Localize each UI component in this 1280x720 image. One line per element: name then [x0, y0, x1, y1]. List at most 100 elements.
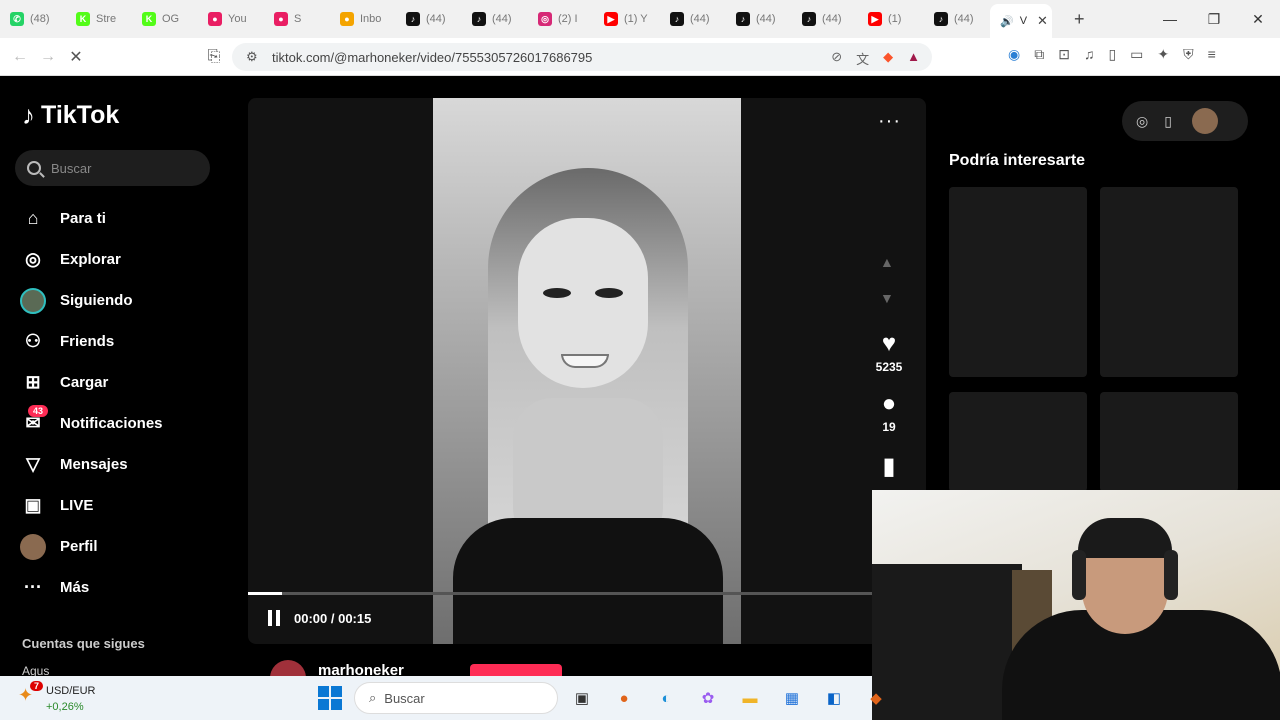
bookmark-icon: ▮ [882, 453, 896, 480]
suggestions-title: Podría interesarte [949, 152, 1086, 169]
suggestion-card[interactable] [949, 392, 1087, 492]
brave-rewards-icon[interactable]: ▲ [907, 49, 920, 68]
url-field[interactable]: ⚙ tiktok.com/@marhoneker/video/755530572… [232, 43, 932, 71]
file-explorer-icon[interactable]: ▬ [736, 684, 764, 712]
wallet-icon[interactable]: ◉ [1008, 46, 1020, 63]
browser-tab[interactable]: ✆ (48) [0, 4, 66, 34]
suggestion-card[interactable] [1100, 187, 1238, 377]
coins-icon[interactable]: ◎ [1136, 113, 1148, 130]
sidebar-item-siguiendo[interactable]: Siguiendo [20, 280, 163, 321]
screenshot-icon[interactable]: ⊡ [1058, 46, 1070, 63]
tab-label: You [228, 13, 247, 25]
sidebar-item-mensajes[interactable]: ▽ Mensajes [20, 444, 163, 485]
sidebar-icon[interactable]: ▯ [1108, 46, 1116, 63]
media-icon[interactable]: ♫ [1084, 46, 1095, 63]
sidebar-item-label: Friends [60, 333, 115, 350]
video-progress-bar[interactable] [248, 592, 926, 595]
friends-icon: ⚇ [24, 331, 42, 351]
close-window-button[interactable]: ✕ [1236, 0, 1280, 38]
task-view-icon[interactable]: ▣ [568, 684, 596, 712]
sidebar-item-explorar[interactable]: ◎ Explorar [20, 239, 163, 280]
author-name[interactable]: marhoneker [318, 662, 404, 676]
sidebar-item-label: Perfil [60, 538, 98, 555]
browser-tab[interactable]: ♪ (44) [792, 4, 858, 34]
device-icon[interactable]: ▯ [1164, 113, 1172, 130]
new-tab-button[interactable]: + [1074, 9, 1085, 30]
url-text: tiktok.com/@marhoneker/video/75553057260… [272, 49, 593, 65]
brave-app-icon[interactable]: ● [610, 684, 638, 712]
video-frame[interactable] [433, 98, 741, 644]
browser-tab[interactable]: ● Inbo [330, 4, 396, 34]
edge-icon[interactable]: ◐ [652, 684, 680, 712]
reload-button[interactable]: ✕ [62, 47, 90, 67]
tiktok-logo[interactable]: ♪ TikTok [22, 100, 119, 131]
widgets-button[interactable]: ✦ 7 USD/EUR +0,26% [18, 681, 118, 715]
tab-label: (44) [954, 13, 974, 25]
sidebar-item-friends[interactable]: ⚇ Friends [20, 321, 163, 362]
search-input[interactable]: Buscar [15, 150, 210, 186]
more-options-button[interactable]: ··· [878, 110, 901, 133]
browser-tab[interactable]: ◎ (2) I [528, 4, 594, 34]
menu-icon[interactable]: ≡ [1208, 46, 1216, 63]
sidebar-item-label: LIVE [60, 497, 94, 514]
vpn-icon[interactable]: ⛨ [1183, 46, 1194, 63]
sidebar-item-para-ti[interactable]: ⌂ Para ti [20, 198, 163, 239]
start-button[interactable] [318, 686, 342, 710]
restore-button[interactable]: ❐ [1192, 0, 1236, 38]
forward-button[interactable]: → [34, 48, 62, 66]
sidebar-item-notificaciones[interactable]: ✉ Notificaciones 43 [20, 403, 163, 444]
author-avatar[interactable] [270, 660, 306, 676]
browser-tab[interactable]: ▶ (1) [858, 4, 924, 34]
sidebar-item-cargar[interactable]: ⊞ Cargar [20, 362, 163, 403]
browser-tab[interactable]: K Stre [66, 4, 132, 34]
browser-tab[interactable]: ▶ (1) Y [594, 4, 660, 34]
tab-favicon-icon: ♪ [802, 12, 816, 26]
site-info-icon[interactable]: ⚙ [246, 49, 258, 65]
pause-icon[interactable] [268, 610, 280, 626]
heart-icon: ♥ [881, 330, 897, 357]
widgets-badge: 7 [30, 681, 44, 691]
extensions-icon[interactable]: ⧉ [1034, 46, 1044, 63]
browser-tab[interactable]: ● S [264, 4, 330, 34]
comment-button[interactable]: ● 19 [868, 390, 910, 434]
browser-tab[interactable]: ♪ (44) [924, 4, 990, 34]
bookmark-icon[interactable]: ⎘ [200, 48, 228, 66]
brave-shield-icon[interactable]: ◆ [883, 49, 893, 68]
follow-button[interactable] [470, 664, 562, 676]
browser-tab[interactable]: ♪ (44) [462, 4, 528, 34]
brave-pinned-icon[interactable]: ◆ [862, 684, 890, 712]
active-browser-tab[interactable]: 🔊 V ✕ [990, 4, 1052, 38]
webcam-monitor [872, 564, 1022, 720]
video-subject-eye [543, 288, 571, 298]
translate-icon[interactable]: 文 [856, 49, 869, 68]
minimize-button[interactable]: — [1148, 0, 1192, 38]
browser-tab[interactable]: K OG [132, 4, 198, 34]
suggestion-card[interactable] [949, 187, 1087, 377]
close-tab-icon[interactable]: ✕ [1037, 13, 1048, 29]
browser-tab[interactable]: ♪ (44) [660, 4, 726, 34]
sidebar-nav: ⌂ Para ti ◎ Explorar Siguiendo ⚇ Friends ⊞ Carga… [20, 198, 163, 608]
store-icon[interactable]: ▦ [778, 684, 806, 712]
outlook-icon[interactable]: ◧ [820, 684, 848, 712]
video-progress-fill [248, 592, 282, 595]
taskbar-search[interactable]: ⌕ Buscar [354, 682, 558, 714]
sidebar-item-más[interactable]: ··· Más [20, 567, 163, 608]
profile-avatar[interactable] [1191, 108, 1218, 134]
browser-tab[interactable]: ♪ (44) [726, 4, 792, 34]
tab-favicon-icon: ♪ [736, 12, 750, 26]
leo-icon[interactable]: ✦ [1157, 46, 1169, 63]
like-button[interactable]: ♥ 5235 [868, 330, 910, 374]
next-video-icon[interactable]: ▼ [880, 290, 894, 306]
no-tracking-icon[interactable]: ⊘ [831, 49, 842, 68]
sidebar-item-perfil[interactable]: Perfil [20, 526, 163, 567]
bookmark-button[interactable]: ▮ [868, 452, 910, 481]
back-button[interactable]: ← [6, 48, 34, 66]
wallet2-icon[interactable]: ▭ [1130, 46, 1143, 63]
browser-tab[interactable]: ● You [198, 4, 264, 34]
previous-video-icon[interactable]: ▲ [880, 254, 894, 270]
sidebar-item-live[interactable]: ▣ LIVE [20, 485, 163, 526]
copilot-icon[interactable]: ✿ [694, 684, 722, 712]
suggestion-card[interactable] [1100, 392, 1238, 492]
browser-tab[interactable]: ♪ (44) [396, 4, 462, 34]
video-player[interactable]: ··· ▲ ▼ ♥ 5235 ● 19 ▮ 00:00 / 00:15 [248, 98, 926, 644]
